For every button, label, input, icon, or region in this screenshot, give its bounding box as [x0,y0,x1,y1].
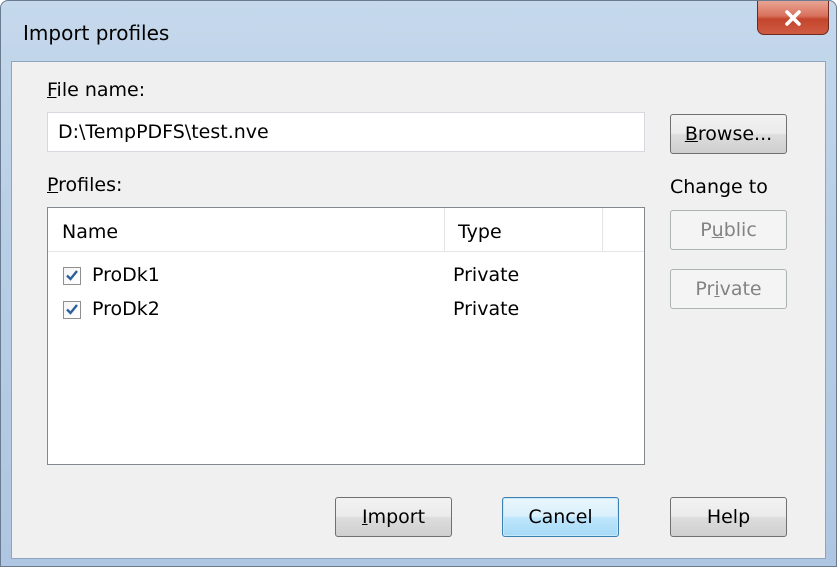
dialog-window: Import profiles File name: D:\TempPDFS\t… [0,0,837,567]
change-to-label: Change to [670,176,768,198]
window-title: Import profiles [23,21,170,45]
file-name-label: File name: [47,79,146,101]
browse-button[interactable]: Browse... [670,114,787,154]
close-icon [784,9,802,26]
checkmark-icon [65,299,79,321]
profiles-label: Profiles: [47,174,123,196]
import-button[interactable]: Import [335,497,452,537]
profile-name: ProDk2 [92,298,160,320]
profiles-list[interactable]: Name Type ProDk1 Private ProDk2 Private [47,207,645,465]
list-item[interactable]: ProDk2 Private [48,294,644,328]
help-button[interactable]: Help [670,497,787,537]
column-header-name[interactable]: Name [48,208,444,251]
list-header: Name Type [48,208,644,252]
make-private-button[interactable]: Pr i vate [670,269,787,309]
dialog-client-area: File name: D:\TempPDFS\test.nve Browse..… [11,61,826,559]
column-divider[interactable] [602,208,603,251]
profile-type: Private [453,264,520,286]
profile-name: ProDk1 [92,264,160,286]
cancel-button[interactable]: Cancel [502,497,619,537]
profile-checkbox[interactable] [63,301,81,319]
title-bar[interactable]: Import profiles [1,1,836,69]
column-header-type[interactable]: Type [444,208,602,251]
profile-type: Private [453,298,520,320]
make-public-button[interactable]: Pu blic [670,210,787,250]
list-item[interactable]: ProDk1 Private [48,260,644,294]
file-name-input[interactable]: D:\TempPDFS\test.nve [47,112,645,152]
checkmark-icon [65,265,79,287]
profile-checkbox[interactable] [63,267,81,285]
close-button[interactable] [757,1,829,35]
